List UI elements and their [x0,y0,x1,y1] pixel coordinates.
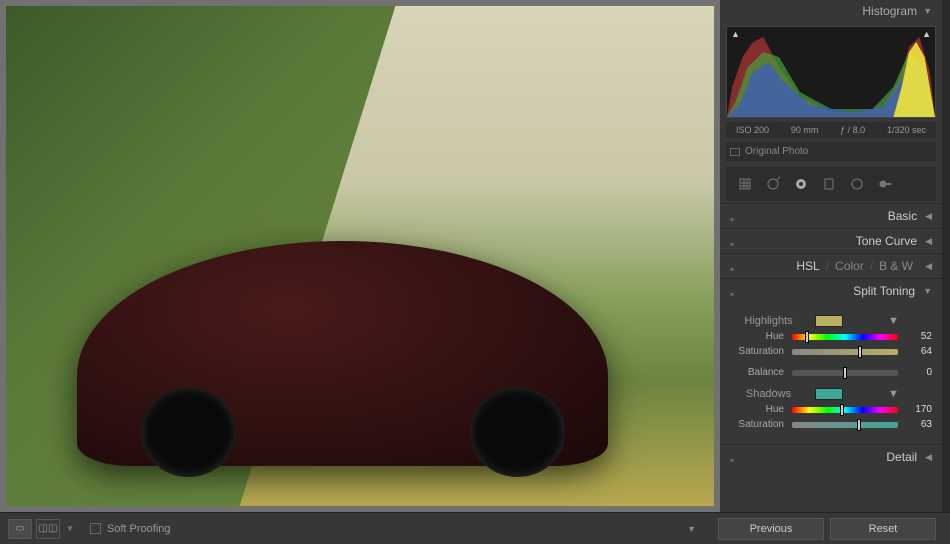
tool-strip [726,167,936,201]
previous-button[interactable]: Previous [718,518,824,540]
bw-tab[interactable]: B & W [879,259,913,273]
shadows-swatch[interactable] [815,388,843,400]
panel-switch-icon: ▪ [730,262,738,270]
focal-value: 90 mm [791,125,819,135]
color-tab[interactable]: Color [835,259,864,273]
brush-tool[interactable] [874,173,896,195]
rectangle-icon [730,148,740,156]
redeye-tool[interactable] [790,173,812,195]
photo-preview[interactable] [6,6,714,506]
balance-slider[interactable]: Balance 0 [730,367,932,378]
bottom-toolbar: ▭ ◫◫ ▼ Soft Proofing ▼ Previous Reset [0,512,950,544]
clip-highlights-icon[interactable]: ▲ [922,29,931,39]
crop-tool[interactable] [734,173,756,195]
chevron-left-icon: ◀ [925,211,932,222]
histogram-title: Histogram [862,4,917,18]
panel-switch-icon: ▪ [730,237,738,245]
chevron-left-icon: ◀ [925,452,932,463]
radial-tool[interactable] [846,173,868,195]
panel-switch-icon: ▪ [730,453,738,461]
chevron-left-icon: ◀ [925,236,932,247]
aperture-value: ƒ / 8,0 [840,125,865,135]
shadows-hue-slider[interactable]: Hue 170 [730,404,932,415]
shutter-value: 1/320 sec [887,125,926,135]
hsl-tab[interactable]: HSL [796,259,819,273]
panel-tone-curve-label: Tone Curve [856,234,917,248]
view-compare-button[interactable]: ◫◫ [36,519,60,539]
highlights-label: Highlights [730,315,807,327]
panel-split-toning-label: Split Toning [853,284,915,298]
chevron-down-icon: ▼ [923,6,932,16]
preview-area [0,0,720,512]
split-toning-body: Highlights ▼ Hue 52 Saturation 64 [720,303,942,444]
highlights-hue-slider[interactable]: Hue 52 [730,331,932,342]
reset-button[interactable]: Reset [830,518,936,540]
disclosure-icon[interactable]: ▼ [855,388,932,400]
chevron-down-icon: ▼ [923,286,932,296]
panel-switch-icon: ▪ [730,212,738,220]
checkbox-icon [90,523,101,534]
clip-shadows-icon[interactable]: ▲ [731,29,740,39]
original-photo-toggle[interactable]: Original Photo [726,142,936,161]
panel-basic-label: Basic [888,209,917,223]
right-panel: Histogram ▼ ▲ ▲ ISO 200 90 mm [720,0,950,512]
highlights-swatch[interactable] [815,315,843,327]
toolbar-dropdown[interactable]: ▼ [679,520,704,538]
panel-hsl[interactable]: ▪ HSL / Color / B & W ◀ [720,253,942,278]
histogram-header[interactable]: Histogram ▼ [720,0,942,22]
panel-switch-icon: ▪ [730,287,738,295]
histogram[interactable]: ▲ ▲ [726,26,936,118]
panel-detail-label: Detail [886,450,917,464]
shadows-saturation-slider[interactable]: Saturation 63 [730,419,932,430]
main-area: Histogram ▼ ▲ ▲ ISO 200 90 mm [0,0,950,512]
panel-tone-curve[interactable]: ▪ Tone Curve ◀ [720,228,942,253]
panel-split-toning[interactable]: ▪ Split Toning ▼ [720,278,942,303]
panel-detail[interactable]: ▪ Detail ◀ [720,444,942,469]
soft-proofing-label: Soft Proofing [107,523,171,535]
chevron-left-icon: ◀ [925,261,932,272]
original-photo-label: Original Photo [745,146,808,157]
histogram-meta: ISO 200 90 mm ƒ / 8,0 1/320 sec [726,122,936,138]
soft-proofing-toggle[interactable]: Soft Proofing [90,523,171,535]
disclosure-icon[interactable]: ▼ [855,315,932,327]
iso-value: ISO 200 [736,125,769,135]
panel-scrollbar[interactable] [942,0,950,512]
gradient-tool[interactable] [818,173,840,195]
spot-tool[interactable] [762,173,784,195]
highlights-saturation-slider[interactable]: Saturation 64 [730,346,932,357]
shadows-label: Shadows [730,388,807,400]
panel-basic[interactable]: ▪ Basic ◀ [720,203,942,228]
view-single-button[interactable]: ▭ [8,519,32,539]
